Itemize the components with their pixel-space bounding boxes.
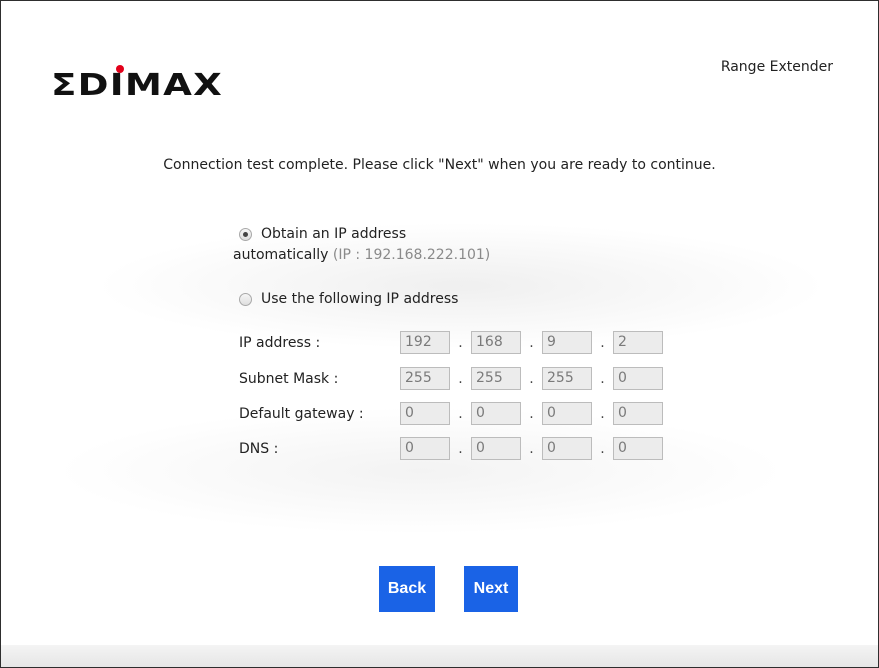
default-gateway-octet-3[interactable] — [542, 402, 592, 425]
subnet-mask-octet-2[interactable] — [471, 367, 521, 390]
subnet-mask-octet-1[interactable] — [400, 367, 450, 390]
edimax-logo: ΣDIMAX — [51, 65, 223, 97]
use-static-ip-option[interactable]: Use the following IP address — [239, 291, 458, 307]
next-button[interactable]: Next — [464, 566, 518, 612]
octet-separator: . — [529, 334, 534, 351]
octet-separator: . — [600, 405, 605, 422]
dns-octet-1[interactable] — [400, 437, 450, 460]
current-ip-readout: (IP : 192.168.222.101) — [332, 247, 491, 263]
dns-octet-3[interactable] — [542, 437, 592, 460]
svg-text:ΣDIMAX: ΣDIMAX — [51, 68, 223, 97]
obtain-ip-auto-label: Obtain an IP address — [261, 226, 407, 242]
octet-separator: . — [458, 405, 463, 422]
subnet-mask-row: Subnet Mask : . . . — [239, 365, 663, 392]
obtain-ip-auto-radio[interactable] — [239, 227, 252, 241]
ip-address-row: IP address : . . . — [239, 329, 663, 356]
ip-address-octet-2[interactable] — [471, 331, 521, 354]
default-gateway-octet-2[interactable] — [471, 402, 521, 425]
subnet-mask-octet-3[interactable] — [542, 367, 592, 390]
subnet-mask-octet-4[interactable] — [613, 367, 663, 390]
obtain-ip-auto-label-cont: automatically — [233, 247, 329, 263]
ip-address-octet-1[interactable] — [400, 331, 450, 354]
obtain-ip-auto-detail: automatically (IP : 192.168.222.101) — [233, 247, 490, 263]
octet-separator: . — [458, 370, 463, 387]
octet-separator: . — [600, 440, 605, 457]
dns-row: DNS : . . . — [239, 435, 663, 462]
use-static-ip-radio[interactable] — [239, 292, 252, 306]
product-name: Range Extender — [720, 59, 833, 75]
ip-address-octet-4[interactable] — [613, 331, 663, 354]
ip-address-octet-3[interactable] — [542, 331, 592, 354]
back-button[interactable]: Back — [379, 566, 435, 612]
footer-band — [1, 645, 878, 667]
default-gateway-octet-1[interactable] — [400, 402, 450, 425]
default-gateway-octet-4[interactable] — [613, 402, 663, 425]
ip-address-label: IP address : — [239, 334, 321, 351]
use-static-ip-label: Use the following IP address — [261, 291, 459, 307]
octet-separator: . — [529, 405, 534, 422]
octet-separator: . — [458, 440, 463, 457]
octet-separator: . — [600, 370, 605, 387]
page-frame: ΣDIMAX Range Extender Connection test co… — [0, 0, 879, 668]
dns-octet-4[interactable] — [613, 437, 663, 460]
dns-label: DNS : — [239, 440, 279, 457]
default-gateway-row: Default gateway : . . . — [239, 400, 663, 427]
default-gateway-label: Default gateway : — [239, 405, 364, 422]
status-message: Connection test complete. Please click "… — [163, 157, 716, 173]
octet-separator: . — [600, 334, 605, 351]
octet-separator: . — [458, 334, 463, 351]
dns-octet-2[interactable] — [471, 437, 521, 460]
subnet-mask-label: Subnet Mask : — [239, 370, 339, 387]
octet-separator: . — [529, 370, 534, 387]
octet-separator: . — [529, 440, 534, 457]
obtain-ip-auto-option[interactable]: Obtain an IP address — [239, 226, 406, 242]
